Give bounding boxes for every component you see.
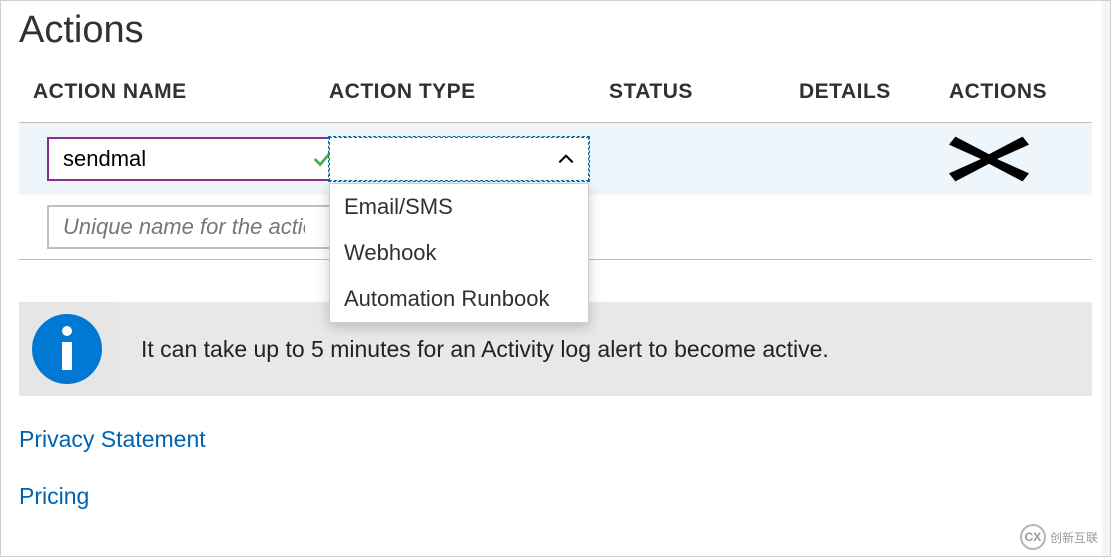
header-details: DETAILS (799, 80, 949, 104)
table-header-row: ACTION NAME ACTION TYPE STATUS DETAILS A… (19, 70, 1092, 122)
remove-action-button[interactable] (949, 133, 1029, 185)
action-row: Email/SMS Webhook Automation Runbook (19, 122, 1092, 195)
header-action-type: ACTION TYPE (329, 80, 609, 104)
header-status: STATUS (609, 80, 799, 104)
action-type-dropdown: Email/SMS Webhook Automation Runbook (329, 183, 589, 323)
pricing-link[interactable]: Pricing (19, 483, 1092, 510)
privacy-statement-link[interactable]: Privacy Statement (19, 426, 1092, 453)
chevron-up-icon (556, 149, 576, 169)
dropdown-option-webhook[interactable]: Webhook (330, 230, 588, 276)
watermark-text: 创新互联 (1050, 529, 1098, 546)
header-action-name: ACTION NAME (19, 80, 329, 104)
info-text: It can take up to 5 minutes for an Activ… (141, 336, 829, 363)
dropdown-option-automation-runbook[interactable]: Automation Runbook (330, 276, 588, 322)
watermark: CX 创新互联 (1020, 524, 1098, 550)
action-name-input[interactable] (47, 137, 341, 181)
dropdown-option-email-sms[interactable]: Email/SMS (330, 184, 588, 230)
section-title: Actions (1, 1, 1110, 70)
watermark-logo-icon: CX (1020, 524, 1046, 550)
info-icon (32, 314, 102, 384)
scrollbar[interactable] (1102, 1, 1110, 556)
header-actions: ACTIONS (949, 80, 1092, 104)
action-type-select[interactable] (329, 137, 589, 181)
action-name-input-empty[interactable] (47, 205, 341, 249)
